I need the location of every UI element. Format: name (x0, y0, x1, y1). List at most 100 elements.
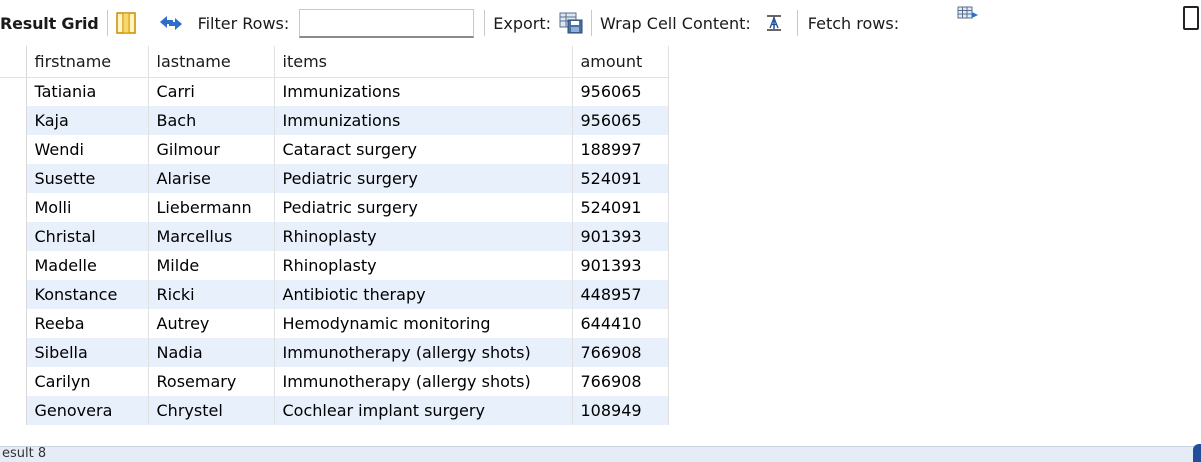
fetch-rows-label: Fetch rows: (807, 13, 900, 33)
cell-amount[interactable]: 956065 (572, 77, 669, 106)
row-header-corner (0, 46, 27, 78)
cell-lastname[interactable]: Alarise (148, 164, 275, 193)
cell-items[interactable]: Pediatric surgery (274, 193, 573, 222)
grid-toggle-icon[interactable] (115, 12, 136, 34)
cell-lastname[interactable]: Carri (148, 77, 275, 106)
row-header-cell[interactable] (0, 106, 27, 135)
cell-items[interactable]: Immunotherapy (allergy shots) (274, 338, 573, 367)
row-header-cell[interactable] (0, 222, 27, 251)
row-header-cell[interactable] (0, 367, 27, 396)
cell-items[interactable]: Antibiotic therapy (274, 280, 573, 309)
cell-firstname[interactable]: Christal (26, 222, 149, 251)
cell-items[interactable]: Pediatric surgery (274, 164, 573, 193)
cell-lastname[interactable]: Liebermann (148, 193, 275, 222)
table-row[interactable]: Susette Alarise Pediatric surgery 524091 (0, 164, 669, 193)
cell-lastname[interactable]: Autrey (148, 309, 275, 338)
cell-amount[interactable]: 448957 (572, 280, 669, 309)
column-header-items[interactable]: items (274, 46, 573, 78)
cell-items[interactable]: Hemodynamic monitoring (274, 309, 573, 338)
scroll-indicator (1193, 444, 1201, 462)
cell-firstname[interactable]: Susette (26, 164, 149, 193)
filter-rows-label: Filter Rows: (197, 13, 290, 33)
cell-amount[interactable]: 901393 (572, 251, 669, 280)
cell-firstname[interactable]: Carilyn (26, 367, 149, 396)
export-label: Export: (493, 13, 552, 33)
cell-items[interactable]: Immunizations (274, 77, 573, 106)
cell-lastname[interactable]: Chrystel (148, 396, 275, 425)
table-row[interactable]: Tatiania Carri Immunizations 956065 (0, 77, 669, 106)
cell-amount[interactable]: 766908 (572, 338, 669, 367)
table-row[interactable]: Christal Marcellus Rhinoplasty 901393 (0, 222, 669, 251)
table-row[interactable]: Sibella Nadia Immunotherapy (allergy shots… (0, 338, 669, 367)
cell-amount[interactable]: 524091 (572, 164, 669, 193)
filter-rows-input[interactable] (299, 8, 475, 38)
table-row[interactable]: Konstance Ricki Antibiotic therapy 448957 (0, 280, 669, 309)
panel-toggle-button[interactable] (1183, 6, 1199, 30)
toolbar-separator (796, 10, 798, 36)
wrap-cell-content-label: Wrap Cell Content: (600, 13, 751, 33)
cell-firstname[interactable]: Molli (26, 193, 149, 222)
cell-items[interactable]: Rhinoplasty (274, 251, 573, 280)
row-header-cell[interactable] (0, 309, 27, 338)
toolbar-separator (591, 10, 593, 36)
result-grid: firstname lastname items amount Tatiania… (0, 46, 1201, 446)
row-header-cell[interactable] (0, 251, 27, 280)
cell-amount[interactable]: 644410 (572, 309, 669, 338)
row-header-cell[interactable] (0, 164, 27, 193)
row-header-cell[interactable] (0, 77, 27, 106)
cell-amount[interactable]: 188997 (572, 135, 669, 164)
cell-items[interactable]: Immunizations (274, 106, 573, 135)
cell-items[interactable]: Immunotherapy (allergy shots) (274, 367, 573, 396)
fetch-rows-icon[interactable] (957, 6, 979, 22)
cell-firstname[interactable]: Genovera (26, 396, 149, 425)
row-header-cell[interactable] (0, 280, 27, 309)
refresh-arrows-icon[interactable] (158, 13, 184, 33)
cell-items[interactable]: Cochlear implant surgery (274, 396, 573, 425)
cell-lastname[interactable]: Gilmour (148, 135, 275, 164)
cell-firstname[interactable]: Konstance (26, 280, 149, 309)
cell-firstname[interactable]: Madelle (26, 251, 149, 280)
result-tab-bar: esult 8 (0, 446, 1201, 462)
row-header-cell[interactable] (0, 135, 27, 164)
table-row[interactable]: Wendi Gilmour Cataract surgery 188997 (0, 135, 669, 164)
cell-lastname[interactable]: Nadia (148, 338, 275, 367)
table-row[interactable]: Madelle Milde Rhinoplasty 901393 (0, 251, 669, 280)
row-header-cell[interactable] (0, 193, 27, 222)
cell-firstname[interactable]: Tatiania (26, 77, 149, 106)
cell-items[interactable]: Cataract surgery (274, 135, 573, 164)
toolbar-separator (484, 10, 486, 36)
wrap-cell-icon[interactable] (765, 14, 783, 32)
cell-firstname[interactable]: Sibella (26, 338, 149, 367)
cell-amount[interactable]: 956065 (572, 106, 669, 135)
column-header-firstname[interactable]: firstname (26, 46, 149, 78)
cell-lastname[interactable]: Marcellus (148, 222, 275, 251)
header-row: firstname lastname items amount (0, 46, 669, 78)
result-toolbar: Result Grid Filter Rows: Export: Wrap Ce… (0, 0, 1201, 46)
cell-amount[interactable]: 524091 (572, 193, 669, 222)
column-header-amount[interactable]: amount (572, 46, 669, 78)
row-header-cell[interactable] (0, 338, 27, 367)
result-tab[interactable]: esult 8 (2, 447, 46, 461)
cell-amount[interactable]: 108949 (572, 396, 669, 425)
cell-firstname[interactable]: Kaja (26, 106, 149, 135)
column-header-lastname[interactable]: lastname (148, 46, 275, 78)
export-save-icon[interactable] (559, 12, 583, 34)
cell-items[interactable]: Rhinoplasty (274, 222, 573, 251)
table-row[interactable]: Genovera Chrystel Cochlear implant surgery… (0, 396, 669, 425)
cell-amount[interactable]: 901393 (572, 222, 669, 251)
cell-lastname[interactable]: Rosemary (148, 367, 275, 396)
cell-firstname[interactable]: Reeba (26, 309, 149, 338)
result-grid-title: Result Grid (0, 13, 99, 33)
cell-lastname[interactable]: Ricki (148, 280, 275, 309)
cell-amount[interactable]: 766908 (572, 367, 669, 396)
cell-firstname[interactable]: Wendi (26, 135, 149, 164)
table-row[interactable]: Molli Liebermann Pediatric surgery 524091 (0, 193, 669, 222)
table-row[interactable]: Kaja Bach Immunizations 956065 (0, 106, 669, 135)
result-table: firstname lastname items amount Tatiania… (0, 46, 669, 425)
table-row[interactable]: Carilyn Rosemary Immunotherapy (allergy sh… (0, 367, 669, 396)
toolbar-separator (106, 10, 108, 36)
cell-lastname[interactable]: Bach (148, 106, 275, 135)
cell-lastname[interactable]: Milde (148, 251, 275, 280)
row-header-cell[interactable] (0, 396, 27, 425)
table-row[interactable]: Reeba Autrey Hemodynamic monitoring 644410 (0, 309, 669, 338)
